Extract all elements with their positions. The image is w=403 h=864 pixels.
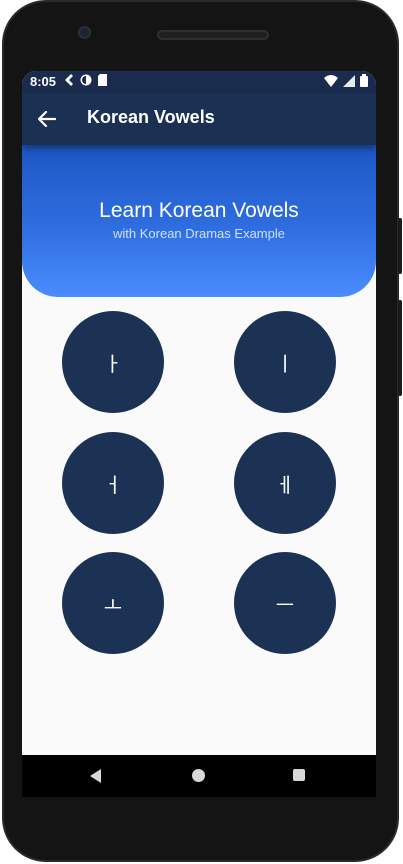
hero-subtitle: with Korean Dramas Example — [113, 226, 285, 241]
battery-icon — [360, 74, 368, 87]
app-screen: 8:05 Korean Vowels Learn Korean Vowels w… — [22, 71, 376, 755]
status-bar: 8:05 — [22, 71, 376, 93]
system-nav-bar — [22, 755, 376, 797]
notification-icons — [64, 74, 107, 86]
hero-title: Learn Korean Vowels — [99, 199, 299, 222]
vowel-button-o[interactable]: ㅗ — [62, 552, 164, 654]
back-button[interactable] — [34, 106, 60, 132]
cell-signal-icon — [343, 74, 355, 87]
vowel-button-eu[interactable]: ㅡ — [234, 552, 336, 654]
page-title: Korean Vowels — [87, 107, 215, 127]
phone-frame: 8:05 Korean Vowels Learn Korean Vowels w… — [0, 0, 403, 864]
system-status-icons — [324, 74, 368, 87]
app-bar: Korean Vowels — [22, 93, 376, 145]
flutter-icon — [65, 74, 73, 86]
volume-button — [398, 300, 402, 396]
nav-back-icon[interactable] — [90, 769, 101, 783]
status-time: 8:05 — [30, 74, 57, 89]
earpiece-speaker — [157, 30, 269, 40]
arrow-back-icon — [38, 111, 56, 127]
hero-banner: Learn Korean Vowels with Korean Dramas E… — [22, 145, 376, 297]
vowel-button-i[interactable]: ㅣ — [234, 311, 336, 413]
nav-home-icon[interactable] — [192, 769, 205, 782]
app-notification-icon — [80, 74, 92, 86]
sd-card-icon — [98, 74, 107, 86]
wifi-icon — [324, 74, 338, 87]
front-camera — [78, 26, 91, 39]
nav-recents-icon[interactable] — [293, 769, 305, 781]
vowel-button-e[interactable]: ㅔ — [234, 432, 336, 534]
vowel-button-a[interactable]: ㅏ — [62, 311, 164, 413]
vowel-button-eo[interactable]: ㅓ — [62, 432, 164, 534]
power-button — [398, 218, 402, 274]
